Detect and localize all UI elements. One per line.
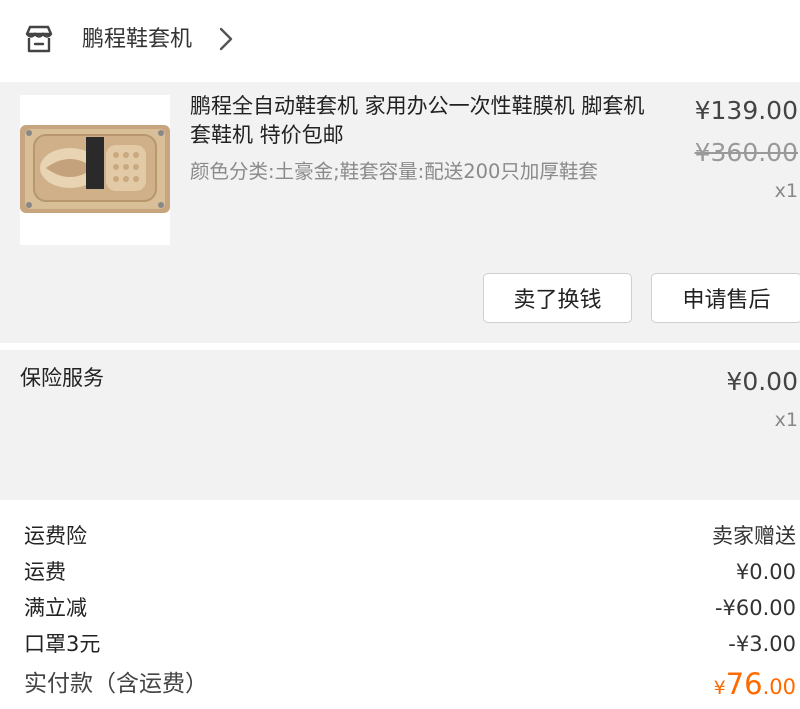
summary-row-mask: 口罩3元 -¥3.00 <box>0 626 800 662</box>
insurance-label: 保险服务 <box>20 366 104 390</box>
shop-name[interactable]: 鹏程鞋套机 <box>82 24 192 56</box>
insurance-price: ¥0.00 <box>726 367 798 396</box>
total-currency: ¥ <box>713 677 726 699</box>
total-label: 实付款（含运费） <box>24 671 208 697</box>
shoe-cover-machine-image <box>20 125 170 213</box>
shop-header[interactable]: 鹏程鞋套机 <box>0 0 800 82</box>
summary-row-discount: 满立减 -¥60.00 <box>0 590 800 626</box>
after-sale-button[interactable]: 申请售后 <box>651 273 800 323</box>
shop-icon <box>25 25 53 53</box>
total-amount: ¥76.00 <box>714 664 796 709</box>
summary-label: 满立减 <box>24 596 87 620</box>
summary-row-shipping: 运费 ¥0.00 <box>0 554 800 590</box>
chevron-right-icon[interactable] <box>218 26 234 52</box>
total-integer: 76 <box>725 667 763 701</box>
product-price: ¥139.00 <box>694 96 798 125</box>
summary-label: 口罩3元 <box>24 632 101 656</box>
summary-row-total: 实付款（含运费） ¥76.00 <box>0 664 800 704</box>
total-decimal: .00 <box>762 675 796 699</box>
summary-value: 卖家赠送 <box>712 524 796 548</box>
product-title[interactable]: 鹏程全自动鞋套机 家用办公一次性鞋膜机 脚套机 套鞋机 特价包邮 <box>190 92 660 150</box>
summary-value: -¥3.00 <box>728 632 796 656</box>
insurance-quantity: x1 <box>774 409 798 431</box>
product-original-price: ¥360.00 <box>694 138 798 167</box>
insurance-service[interactable]: 保险服务 ¥0.00 x1 <box>0 350 800 500</box>
summary-row-shipping-insurance: 运费险 卖家赠送 <box>0 518 800 554</box>
product-spec: 颜色分类:土豪金;鞋套容量:配送200只加厚鞋套 <box>190 160 598 183</box>
product-card[interactable]: 鹏程全自动鞋套机 家用办公一次性鞋膜机 脚套机 套鞋机 特价包邮 颜色分类:土豪… <box>0 82 800 343</box>
summary-label: 运费 <box>24 560 66 584</box>
summary-value: -¥60.00 <box>714 596 796 620</box>
summary-value: ¥0.00 <box>735 560 796 584</box>
order-summary: 运费险 卖家赠送 运费 ¥0.00 满立减 -¥60.00 口罩3元 -¥3.0… <box>0 500 800 709</box>
product-image[interactable] <box>20 95 170 245</box>
product-quantity: x1 <box>774 180 798 202</box>
resell-button[interactable]: 卖了换钱 <box>483 273 632 323</box>
summary-label: 运费险 <box>24 524 87 548</box>
